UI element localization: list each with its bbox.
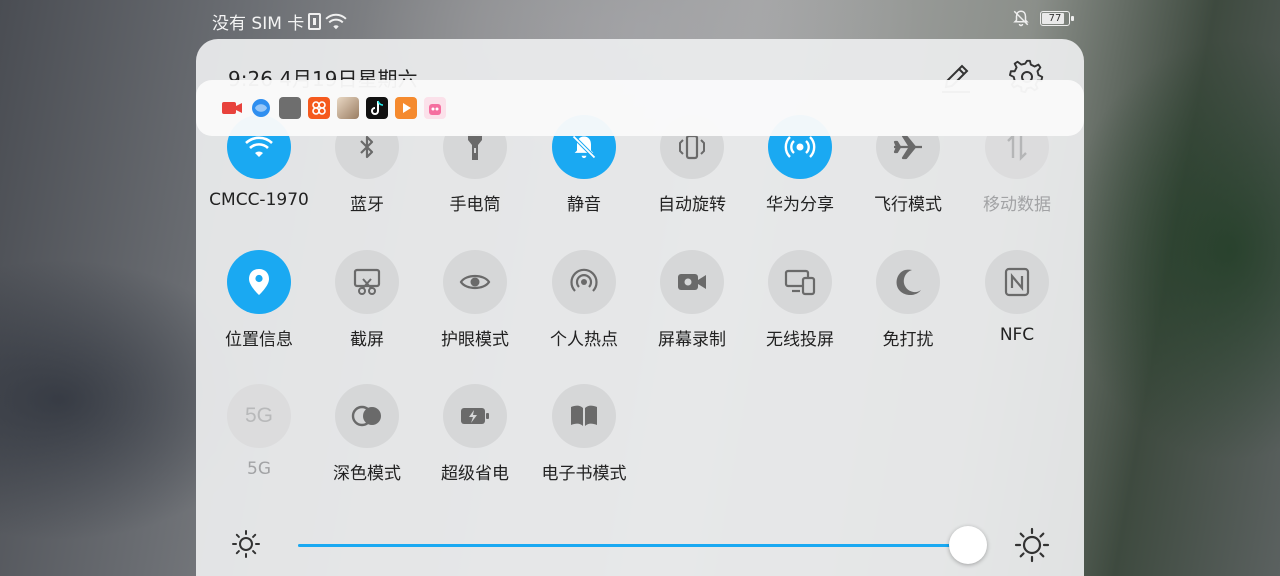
pink-app-icon[interactable] <box>424 97 446 119</box>
gray-app-icon[interactable] <box>279 97 301 119</box>
brightness-slider-thumb[interactable] <box>949 526 988 564</box>
tiktok-app-icon[interactable] <box>366 97 388 119</box>
tile-location[interactable]: 位置信息 <box>205 250 313 350</box>
tile-ebook-mode[interactable]: 电子书模式 <box>530 384 638 484</box>
tile-label: 深色模式 <box>333 464 401 484</box>
tile-label: 蓝牙 <box>350 195 384 215</box>
5g-icon[interactable]: 5G <box>227 384 291 448</box>
anime-app-icon[interactable] <box>337 97 359 119</box>
status-bar: 没有 SIM 卡 77 <box>0 0 1280 38</box>
tile-wireless-cast[interactable]: 无线投屏 <box>746 250 854 350</box>
brightness-slider-fill <box>298 544 969 547</box>
battery-level: 77 <box>1048 12 1062 24</box>
tile-label: 飞行模式 <box>874 195 942 215</box>
sun-high-icon <box>1014 527 1050 563</box>
tile-do-not-disturb[interactable]: 免打扰 <box>854 250 962 350</box>
tile-label: 无线投屏 <box>766 330 834 350</box>
orange-app-icon[interactable] <box>308 97 330 119</box>
tile-label: 免打扰 <box>882 330 934 350</box>
tile-label: 护眼模式 <box>441 330 509 350</box>
screen-record-icon[interactable] <box>660 250 724 314</box>
brightness-slider-track[interactable] <box>298 526 988 564</box>
tile-label: 移动数据 <box>983 195 1051 215</box>
tile-label: 自动旋转 <box>658 195 726 215</box>
tile-screen-record[interactable]: 屏幕录制 <box>638 250 746 350</box>
tile-label: 屏幕录制 <box>658 330 726 350</box>
browser-app-icon[interactable] <box>250 97 272 119</box>
battery-icon: 77 <box>1040 10 1074 26</box>
tile-label: 5G <box>247 459 271 479</box>
dark-mode-icon[interactable] <box>335 384 399 448</box>
tile-nfc[interactable]: NFC <box>963 250 1071 345</box>
tile-label: 静音 <box>567 195 601 215</box>
tile-eye-comfort[interactable]: 护眼模式 <box>421 250 529 350</box>
sim-icon <box>308 13 322 30</box>
tile-label: 电子书模式 <box>541 464 627 484</box>
nfc-icon[interactable] <box>985 250 1049 314</box>
eye-icon[interactable] <box>443 250 507 314</box>
tile-label: 位置信息 <box>225 330 293 350</box>
tile-battery-saver[interactable]: 超级省电 <box>421 384 529 484</box>
tile-hotspot[interactable]: 个人热点 <box>530 250 638 350</box>
quick-settings-panel: 9:26 4月19日星期六 CMCC-1970 蓝牙 手电筒 静音 自动旋转 华… <box>196 39 1084 576</box>
carrier-text: 没有 SIM 卡 <box>212 14 305 34</box>
location-icon[interactable] <box>227 250 291 314</box>
tile-label: CMCC-1970 <box>209 190 309 210</box>
tile-label: 个人热点 <box>550 330 618 350</box>
notification-strip[interactable] <box>196 80 1084 136</box>
brightness-control <box>196 519 1084 569</box>
cast-icon[interactable] <box>768 250 832 314</box>
tile-label: NFC <box>999 325 1035 345</box>
play-app-icon[interactable] <box>395 97 417 119</box>
5g-icon-text: 5G <box>244 404 273 427</box>
sun-low-icon <box>232 530 260 558</box>
tile-screenshot[interactable]: 截屏 <box>313 250 421 350</box>
ebook-icon[interactable] <box>552 384 616 448</box>
wifi-icon <box>325 13 347 29</box>
tile-label: 超级省电 <box>441 464 509 484</box>
tile-dark-mode[interactable]: 深色模式 <box>313 384 421 484</box>
video-camera-app-icon[interactable] <box>221 97 243 119</box>
battery-saver-icon[interactable] <box>443 384 507 448</box>
screenshot-icon[interactable] <box>335 250 399 314</box>
hotspot-icon[interactable] <box>552 250 616 314</box>
moon-icon[interactable] <box>876 250 940 314</box>
tile-5g[interactable]: 5G 5G <box>205 384 313 479</box>
tile-label: 手电筒 <box>449 195 501 215</box>
tile-label: 华为分享 <box>766 195 834 215</box>
tile-label: 截屏 <box>350 330 384 350</box>
mute-icon <box>1013 10 1029 27</box>
